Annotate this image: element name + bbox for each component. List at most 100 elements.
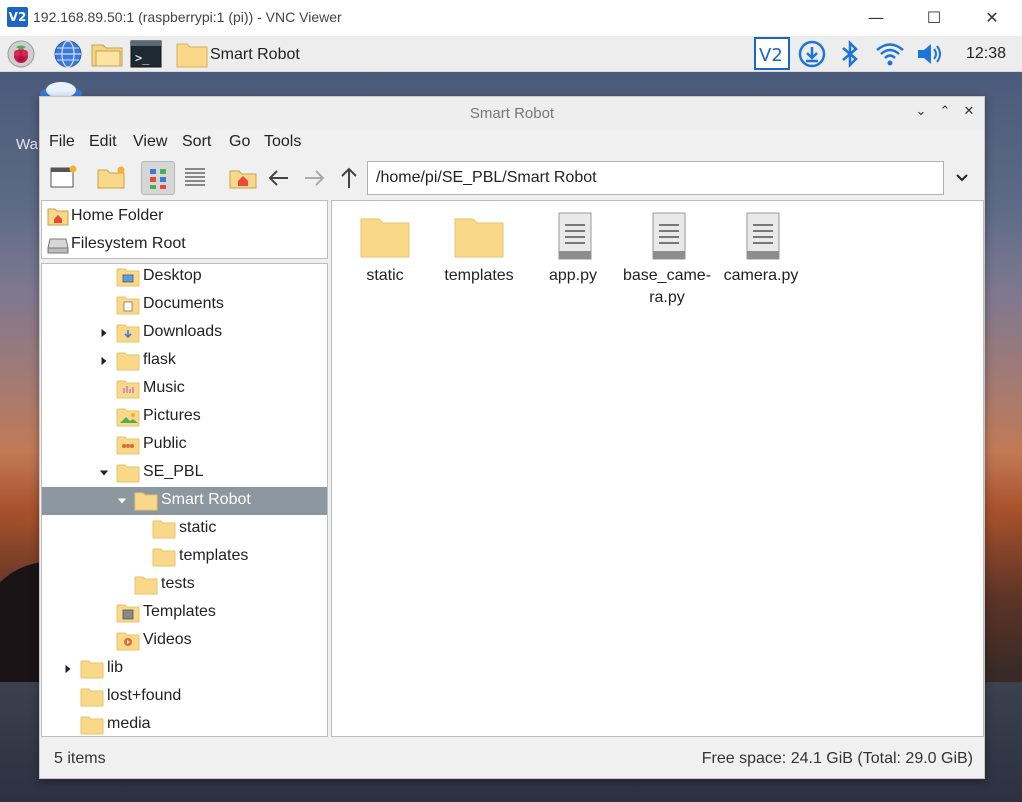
taskbar-item-smart-robot[interactable]: Smart Robot (172, 39, 328, 69)
tree-item-media[interactable]: media (42, 711, 327, 736)
tree-item-documents[interactable]: Documents (42, 291, 327, 319)
tree-item-templates[interactable]: Templates (42, 599, 327, 627)
up-button[interactable] (332, 161, 366, 195)
file-item-app-py[interactable]: app.py (526, 211, 620, 287)
vnc-server-icon[interactable]: V2 (754, 37, 790, 70)
file-manager-icon[interactable] (90, 39, 124, 69)
places-pane: Home Folder Filesystem Root (41, 200, 328, 259)
tree-item-downloads[interactable]: Downloads (42, 319, 327, 347)
forward-button[interactable] (297, 161, 331, 195)
collapse-arrow-icon[interactable] (99, 467, 109, 479)
folder-folder-icon (116, 352, 140, 371)
taskbar-item-label: Smart Robot (210, 46, 300, 63)
tree-item-label: Templates (143, 603, 216, 620)
new-tab-button[interactable] (94, 161, 128, 195)
place-home-folder[interactable]: Home Folder (44, 203, 324, 229)
tree-item-flask[interactable]: flask (42, 347, 327, 375)
collapse-arrow-icon[interactable] (117, 495, 127, 507)
vnc-close-button[interactable]: ✕ (969, 5, 1015, 31)
window-maximize-button[interactable]: ⌃ (936, 104, 954, 119)
file-label: static (366, 267, 404, 284)
tree-item-public[interactable]: Public (42, 431, 327, 459)
status-bar: 5 items Free space: 24.1 GiB (Total: 29.… (40, 739, 984, 779)
file-item-base-came-ra-py[interactable]: base_came- ra.py (620, 211, 714, 309)
tree-item-smart-robot[interactable]: Smart Robot (42, 487, 327, 515)
tree-item-templates[interactable]: templates (42, 543, 327, 571)
public-folder-icon (116, 436, 140, 455)
raspberry-menu-icon[interactable] (5, 39, 37, 69)
directory-tree: Desktop Documents Downloads flask Music Pictu… (41, 263, 328, 737)
tree-item-label: media (107, 715, 151, 732)
file-label: camera.py (723, 267, 799, 284)
tree-item-label: Downloads (143, 323, 223, 340)
download-icon[interactable] (797, 39, 827, 69)
wifi-icon[interactable] (874, 39, 906, 69)
web-browser-icon[interactable] (52, 39, 84, 69)
tree-item-pictures[interactable]: Pictures (42, 403, 327, 431)
tree-item-lost-found[interactable]: lost+found (42, 683, 327, 711)
window-title-bar[interactable]: Smart Robot ⌄ ⌃ ✕ (40, 97, 984, 129)
pictures-folder-icon (116, 408, 140, 427)
list-view-button[interactable] (178, 161, 212, 195)
tree-item-label: tests (161, 575, 195, 592)
menu-go[interactable]: Go (229, 133, 250, 151)
new-window-button[interactable] (46, 161, 80, 195)
file-view: static templates app.py base_came- ra.py cam… (331, 200, 984, 737)
folder-folder-icon (134, 576, 158, 595)
folder-folder-icon (134, 492, 158, 511)
file-item-templates[interactable]: templates (432, 211, 526, 287)
tree-item-static[interactable]: static (42, 515, 327, 543)
templates-folder-icon (116, 604, 140, 623)
icon-view-button[interactable] (141, 161, 175, 195)
text-file-icon (558, 212, 592, 260)
menu-file[interactable]: File (49, 133, 75, 151)
tree-item-label: lib (107, 659, 124, 676)
folder-folder-icon (152, 548, 176, 567)
home-folder-icon (47, 208, 69, 226)
menu-edit[interactable]: Edit (89, 133, 117, 151)
tree-item-label: Music (143, 379, 185, 396)
menu-tools[interactable]: Tools (264, 133, 301, 151)
desktop-folder-icon (116, 268, 140, 287)
bluetooth-icon[interactable] (838, 39, 862, 69)
file-item-camera-py[interactable]: camera.py (714, 211, 808, 287)
tree-item-label: lost+found (107, 687, 182, 704)
tree-item-se-pbl[interactable]: SE_PBL (42, 459, 327, 487)
window-close-button[interactable]: ✕ (960, 104, 978, 119)
folder-icon (454, 218, 504, 258)
path-input[interactable]: /home/pi/SE_PBL/Smart Robot (367, 161, 944, 195)
window-minimize-button[interactable]: ⌄ (912, 104, 930, 119)
desktop-icon-label-partial: Wa (16, 136, 38, 153)
tree-item-tests[interactable]: tests (42, 571, 327, 599)
home-button[interactable] (226, 161, 260, 195)
top-panel: >_ Smart Robot V2 12:38 (0, 36, 1022, 72)
place-label: Filesystem Root (71, 235, 186, 252)
tree-item-label: Pictures (143, 407, 201, 424)
volume-icon[interactable] (914, 39, 946, 69)
tree-item-desktop[interactable]: Desktop (42, 264, 327, 291)
expand-arrow-icon[interactable] (99, 355, 109, 367)
file-item-static[interactable]: static (338, 211, 432, 287)
folder-folder-icon (80, 660, 104, 679)
vnc-minimize-button[interactable]: — (853, 5, 899, 31)
tree-item-videos[interactable]: Videos (42, 627, 327, 655)
tree-item-label: flask (143, 351, 176, 368)
path-dropdown-button[interactable] (950, 161, 974, 195)
downloads-folder-icon (116, 324, 140, 343)
menu-view[interactable]: View (133, 133, 167, 151)
place-filesystem-root[interactable]: Filesystem Root (44, 231, 324, 257)
tree-item-music[interactable]: Music (42, 375, 327, 403)
chevron-down-icon (956, 174, 968, 182)
expand-arrow-icon[interactable] (63, 663, 73, 675)
tree-item-label: Public (143, 435, 187, 452)
file-label: base_came- ra.py (622, 267, 712, 306)
vnc-maximize-button[interactable]: ☐ (911, 5, 957, 31)
vnc-title-bar: V2 192.168.89.50:1 (raspberrypi:1 (pi)) … (0, 0, 1022, 36)
menu-sort[interactable]: Sort (182, 133, 211, 151)
expand-arrow-icon[interactable] (99, 327, 109, 339)
back-button[interactable] (262, 161, 296, 195)
folder-folder-icon (152, 520, 176, 539)
tree-item-label: templates (179, 547, 249, 564)
terminal-icon[interactable]: >_ (130, 39, 162, 69)
tree-item-lib[interactable]: lib (42, 655, 327, 683)
